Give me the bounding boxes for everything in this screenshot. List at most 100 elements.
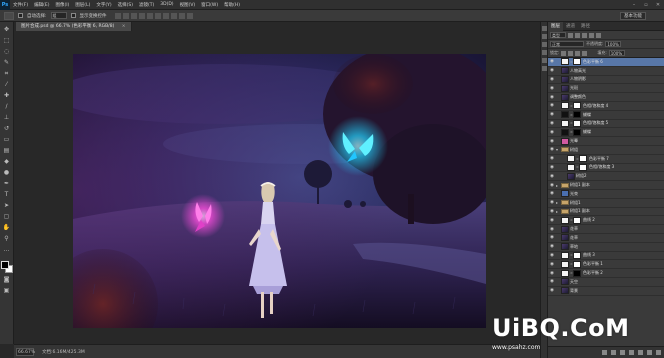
menu-item[interactable]: 帮助(H)	[221, 2, 243, 8]
close-icon[interactable]: ✕	[654, 1, 662, 8]
layer-row[interactable]: ◉ ∞ 曲线 2	[548, 216, 664, 226]
layer-thumbnail[interactable]	[561, 216, 569, 224]
dodge-tool-icon[interactable]: ●	[3, 169, 11, 177]
paragraph-panel-icon[interactable]	[541, 66, 547, 71]
layer-mask-thumbnail[interactable]	[573, 269, 581, 277]
transform-checkbox[interactable]	[70, 13, 76, 18]
visibility-eye-icon[interactable]: ◉	[548, 244, 556, 249]
layer-row[interactable]: ◉ 光斑	[548, 84, 664, 94]
move-tool-icon[interactable]: ✥	[3, 26, 11, 34]
layer-thumbnail[interactable]	[561, 200, 569, 206]
gradient-tool-icon[interactable]: ▤	[3, 147, 11, 155]
move-tool-preset[interactable]	[4, 11, 14, 20]
layer-thumbnail[interactable]	[561, 119, 569, 127]
layer-row[interactable]: ◉ 草地	[548, 243, 664, 252]
visibility-eye-icon[interactable]: ◉	[548, 86, 556, 91]
blend-mode-select[interactable]: 正常	[550, 41, 584, 47]
visibility-eye-icon[interactable]: ◉	[548, 112, 556, 117]
menu-item[interactable]: 图层(L)	[72, 2, 93, 8]
layer-row[interactable]: ◉ 调整颜色	[548, 93, 664, 102]
quick-mask-icon[interactable]: ◙	[3, 276, 11, 284]
quick-select-tool-icon[interactable]: ✎	[3, 59, 11, 67]
layer-row[interactable]: ◉ ∞ 色相/饱和度 5	[548, 119, 664, 129]
layer-thumbnail[interactable]	[561, 278, 569, 286]
path-select-icon[interactable]: ➤	[3, 202, 11, 210]
distribute-icon[interactable]	[162, 12, 169, 19]
visibility-eye-icon[interactable]: ◉	[548, 174, 556, 179]
eraser-tool-icon[interactable]: ▭	[3, 136, 11, 144]
3d-mode-icon[interactable]	[186, 12, 193, 19]
align-bottom-icon[interactable]	[130, 12, 137, 19]
layer-row[interactable]: ◉ 背景	[548, 287, 664, 296]
visibility-eye-icon[interactable]: ◉	[548, 147, 556, 152]
tab-layers[interactable]: 图层	[548, 21, 563, 31]
adjustments-panel-icon[interactable]	[541, 42, 547, 47]
history-panel-icon[interactable]	[541, 26, 547, 31]
visibility-eye-icon[interactable]: ◉	[548, 156, 556, 161]
visibility-eye-icon[interactable]: ◉	[548, 279, 556, 284]
visibility-eye-icon[interactable]: ◉	[548, 209, 556, 214]
menu-item[interactable]: 选择(S)	[115, 2, 136, 8]
foreground-color-swatch[interactable]	[0, 261, 9, 269]
layer-thumbnail[interactable]	[561, 58, 569, 66]
layer-row[interactable]: ◉ 花草	[548, 234, 664, 243]
visibility-eye-icon[interactable]: ◉	[548, 130, 556, 135]
visibility-eye-icon[interactable]: ◉	[548, 95, 556, 100]
layer-thumbnail[interactable]	[561, 67, 569, 75]
minimize-icon[interactable]: –	[630, 1, 638, 8]
layer-row[interactable]: ◉ 人物高光	[548, 67, 664, 76]
layer-row[interactable]: ◉ 天空	[548, 278, 664, 287]
layer-thumbnail[interactable]	[561, 137, 569, 145]
healing-brush-icon[interactable]: ✚	[3, 92, 11, 100]
layer-thumbnail[interactable]	[561, 128, 569, 136]
filter-type-icon[interactable]	[582, 32, 587, 38]
menu-item[interactable]: 窗口(W)	[198, 2, 221, 8]
layer-thumbnail[interactable]	[561, 190, 569, 198]
visibility-eye-icon[interactable]: ◉	[548, 271, 556, 276]
visibility-eye-icon[interactable]: ◉	[548, 262, 556, 267]
brush-tool-icon[interactable]: ∕	[3, 103, 11, 111]
filter-shape-icon[interactable]	[589, 32, 594, 38]
document-tab[interactable]: 图片合成.psd @ 66.7% (色彩平衡 6, RGB/8) ×	[16, 22, 132, 31]
lock-pixels-icon[interactable]	[568, 50, 574, 56]
lock-position-icon[interactable]	[575, 50, 581, 56]
tab-paths[interactable]: 路径	[578, 22, 593, 31]
filter-adjustment-icon[interactable]	[575, 32, 580, 38]
zoom-field[interactable]: 66.67%	[16, 347, 35, 356]
layer-thumbnail[interactable]	[567, 172, 575, 180]
layer-row[interactable]: ◉ ∞ 色相/饱和度 3	[548, 163, 664, 173]
visibility-eye-icon[interactable]: ◉	[548, 59, 556, 64]
edit-toolbar-icon[interactable]: …	[3, 246, 11, 254]
menu-item[interactable]: 编辑(E)	[31, 2, 52, 8]
marquee-tool-icon[interactable]: ⬚	[3, 37, 11, 45]
character-panel-icon[interactable]	[541, 58, 547, 63]
filter-pixel-icon[interactable]	[568, 32, 573, 38]
layer-mask-thumbnail[interactable]	[573, 102, 581, 110]
visibility-eye-icon[interactable]: ◉	[548, 77, 556, 82]
zoom-tool-icon[interactable]: ⚲	[3, 235, 11, 243]
swatches-panel-icon[interactable]	[541, 50, 547, 55]
layer-mask-thumbnail[interactable]	[573, 260, 581, 268]
layer-row[interactable]: ◉ ∞ 色彩平衡 1	[548, 260, 664, 270]
visibility-eye-icon[interactable]: ◉	[548, 218, 556, 223]
layer-thumbnail[interactable]	[561, 287, 569, 295]
layer-mask-thumbnail[interactable]	[573, 58, 581, 66]
3d-mode-icon[interactable]	[178, 12, 185, 19]
eyedropper-tool-icon[interactable]: ⁄	[3, 81, 11, 89]
opacity-field[interactable]: 100%	[605, 41, 622, 47]
layer-mask-thumbnail[interactable]	[573, 128, 581, 136]
layer-row[interactable]: ◉ 光束	[548, 190, 664, 199]
filter-kind-select[interactable]: 类型	[550, 32, 566, 38]
align-top-icon[interactable]	[114, 12, 121, 19]
visibility-eye-icon[interactable]: ◉	[548, 227, 556, 232]
align-center-icon[interactable]	[146, 12, 153, 19]
workspace-selector[interactable]: 基本功能	[620, 12, 646, 20]
visibility-eye-icon[interactable]: ◉	[548, 68, 556, 73]
layer-thumbnail[interactable]	[561, 84, 569, 92]
visibility-eye-icon[interactable]: ◉	[548, 121, 556, 126]
layer-mask-thumbnail[interactable]	[573, 216, 581, 224]
layer-row[interactable]: ◉ 树组2	[548, 172, 664, 182]
lock-all-icon[interactable]	[582, 50, 588, 56]
layer-row[interactable]: ◉ ∞ 色彩平衡 2	[548, 269, 664, 278]
distribute-icon[interactable]	[170, 12, 177, 19]
